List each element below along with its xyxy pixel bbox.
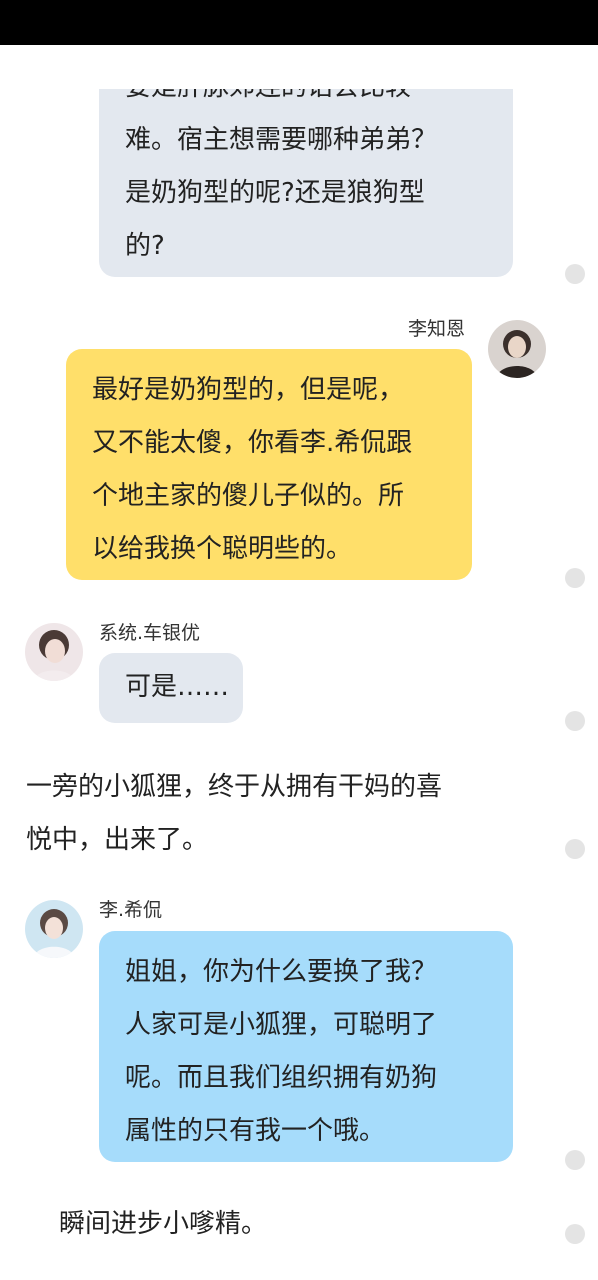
comment-dot-icon[interactable] bbox=[565, 1150, 585, 1170]
message-line: 可是…… bbox=[125, 672, 230, 702]
message-line: 呢。而且我们组织拥有奶狗 bbox=[125, 1063, 438, 1093]
speaker-name-che-yinyou: 系统.车银优 bbox=[99, 622, 201, 644]
narration-line: 一旁的小狐狸，终于从拥有干妈的喜 bbox=[26, 772, 443, 802]
narration-line: 悦中，出来了。 bbox=[26, 825, 209, 855]
message-line: 的? bbox=[125, 231, 165, 261]
message-bubble-system-1[interactable]: 要是肝脉郊连的话会比较 难。宿主想需要哪种弟弟？ 是奶狗型的呢?还是狼狗型 的? bbox=[99, 56, 513, 277]
message-line: 又不能太傻，你看李.希侃跟 bbox=[92, 428, 413, 458]
message-line: 个地主家的傻儿子似的。所 bbox=[92, 481, 405, 511]
top-spacer bbox=[0, 45, 598, 89]
comment-dot-icon[interactable] bbox=[565, 568, 585, 588]
comment-dot-icon[interactable] bbox=[565, 711, 585, 731]
comment-dot-icon[interactable] bbox=[565, 839, 585, 859]
avatar-che-yinyou-icon[interactable] bbox=[25, 623, 83, 681]
message-line: 姐姐，你为什么要换了我？ bbox=[125, 957, 438, 987]
speaker-name-li-zhien: 李知恩 bbox=[408, 318, 466, 340]
message-line: 以给我换个聪明些的。 bbox=[92, 534, 353, 564]
avatar-li-zhien-icon[interactable] bbox=[488, 320, 546, 378]
message-line: 人家可是小狐狸，可聪明了 bbox=[125, 1010, 438, 1040]
message-line: 是奶狗型的呢?还是狼狗型 bbox=[125, 178, 425, 208]
message-bubble-li-zhien[interactable]: 最好是奶狗型的，但是呢， 又不能太傻，你看李.希侃跟 个地主家的傻儿子似的。所 … bbox=[66, 349, 472, 580]
narration-line: 瞬间进步小嗲精。 bbox=[26, 1209, 268, 1239]
message-line: 属性的只有我一个哦。 bbox=[125, 1116, 386, 1146]
speaker-name-li-xikan: 李.希侃 bbox=[99, 899, 163, 921]
message-bubble-li-xikan[interactable]: 姐姐，你为什么要换了我？ 人家可是小狐狸，可聪明了 呢。而且我们组织拥有奶狗 属… bbox=[99, 931, 513, 1162]
comment-dot-icon[interactable] bbox=[565, 1224, 585, 1244]
narration-paragraph: 一旁的小狐狸，终于从拥有干妈的喜 悦中，出来了。 bbox=[26, 761, 442, 867]
message-bubble-che-yinyou[interactable]: 可是…… bbox=[99, 653, 243, 723]
narration-paragraph: 瞬间进步小嗲精。 bbox=[26, 1198, 267, 1251]
avatar-li-xikan-icon[interactable] bbox=[25, 900, 83, 958]
comment-dot-icon[interactable] bbox=[565, 264, 585, 284]
message-line: 难。宿主想需要哪种弟弟？ bbox=[125, 125, 438, 155]
status-bar bbox=[0, 0, 598, 45]
message-line: 最好是奶狗型的，但是呢， bbox=[92, 375, 405, 405]
